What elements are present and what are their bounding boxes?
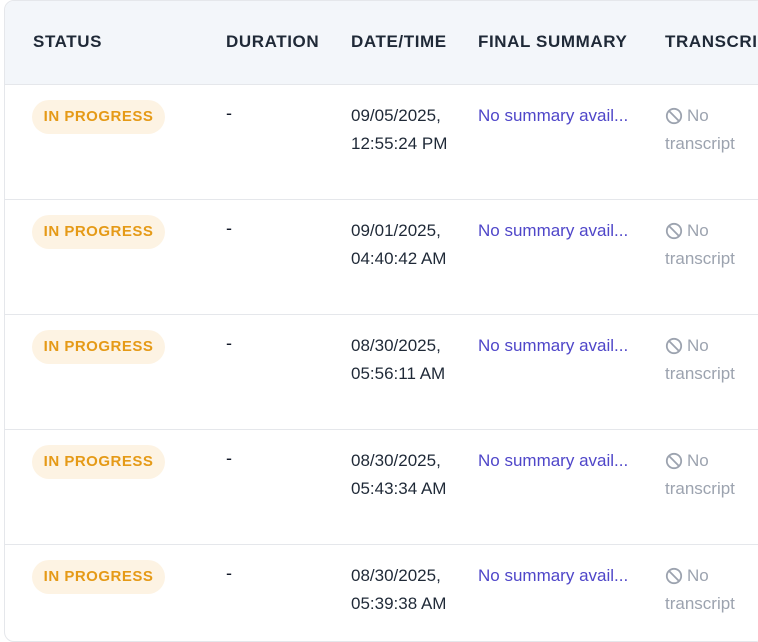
column-header-status[interactable]: STATUS <box>33 32 102 52</box>
transcript-status-line1: No <box>687 221 709 240</box>
date-value: 08/30/2025, <box>351 566 441 585</box>
date-value: 08/30/2025, <box>351 336 441 355</box>
status-badge: IN PROGRESS <box>32 100 165 134</box>
datetime-cell: 08/30/2025, 05:43:34 AM <box>351 447 446 503</box>
summary-link[interactable]: No summary avail... <box>478 217 628 245</box>
table-row[interactable]: IN PROGRESS - 08/30/2025, 05:56:11 AM No… <box>5 315 758 430</box>
transcript-cell: No transcript <box>665 217 735 273</box>
time-value: 05:39:38 AM <box>351 594 447 613</box>
transcript-status-line1: No <box>687 451 709 470</box>
ban-icon <box>665 107 683 125</box>
datetime-cell: 08/30/2025, 05:56:11 AM <box>351 332 445 388</box>
duration-value: - <box>226 448 232 468</box>
date-value: 09/01/2025, <box>351 221 441 240</box>
status-badge: IN PROGRESS <box>32 215 165 249</box>
date-value: 08/30/2025, <box>351 451 441 470</box>
transcript-status-line2: transcript <box>665 479 735 498</box>
date-value: 09/05/2025, <box>351 106 441 125</box>
duration-value: - <box>226 563 232 583</box>
summary-link[interactable]: No summary avail... <box>478 332 628 360</box>
transcript-status-line1: No <box>687 566 709 585</box>
table-row[interactable]: IN PROGRESS - 09/01/2025, 04:40:42 AM No… <box>5 200 758 315</box>
ban-icon <box>665 567 683 585</box>
table-row[interactable]: IN PROGRESS - 08/30/2025, 05:43:34 AM No… <box>5 430 758 545</box>
summary-link[interactable]: No summary avail... <box>478 562 628 590</box>
datetime-cell: 08/30/2025, 05:39:38 AM <box>351 562 446 618</box>
column-header-final-summary[interactable]: FINAL SUMMARY <box>478 32 627 52</box>
table-header: STATUS DURATION DATE/TIME FINAL SUMMARY … <box>5 1 758 85</box>
column-header-duration[interactable]: DURATION <box>226 32 319 52</box>
transcript-status-line1: No <box>687 336 709 355</box>
transcript-status-line2: transcript <box>665 134 735 153</box>
column-header-transcript[interactable]: TRANSCRI <box>665 32 758 52</box>
ban-icon <box>665 337 683 355</box>
transcript-cell: No transcript <box>665 562 735 618</box>
transcript-status-line1: No <box>687 106 709 125</box>
ban-icon <box>665 222 683 240</box>
transcript-cell: No transcript <box>665 102 735 158</box>
time-value: 12:55:24 PM <box>351 134 448 153</box>
column-header-datetime[interactable]: DATE/TIME <box>351 32 447 52</box>
ban-icon <box>665 452 683 470</box>
duration-value: - <box>226 103 232 123</box>
calls-table: STATUS DURATION DATE/TIME FINAL SUMMARY … <box>4 0 758 642</box>
duration-value: - <box>226 333 232 353</box>
transcript-status-line2: transcript <box>665 594 735 613</box>
transcript-cell: No transcript <box>665 447 735 503</box>
transcript-cell: No transcript <box>665 332 735 388</box>
summary-link[interactable]: No summary avail... <box>478 102 628 130</box>
status-badge: IN PROGRESS <box>32 445 165 479</box>
time-value: 05:56:11 AM <box>351 364 446 383</box>
status-badge: IN PROGRESS <box>32 330 165 364</box>
time-value: 04:40:42 AM <box>351 249 447 268</box>
summary-link[interactable]: No summary avail... <box>478 447 628 475</box>
transcript-status-line2: transcript <box>665 249 735 268</box>
time-value: 05:43:34 AM <box>351 479 447 498</box>
status-badge: IN PROGRESS <box>32 560 165 594</box>
transcript-status-line2: transcript <box>665 364 735 383</box>
datetime-cell: 09/05/2025, 12:55:24 PM <box>351 102 447 158</box>
table-row[interactable]: IN PROGRESS - 08/30/2025, 05:39:38 AM No… <box>5 545 758 641</box>
duration-value: - <box>226 218 232 238</box>
datetime-cell: 09/01/2025, 04:40:42 AM <box>351 217 446 273</box>
table-row[interactable]: IN PROGRESS - 09/05/2025, 12:55:24 PM No… <box>5 85 758 200</box>
